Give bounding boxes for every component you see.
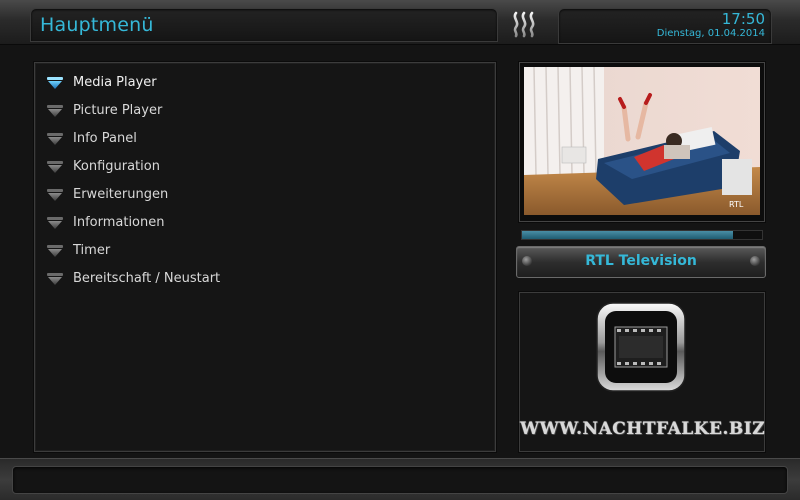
menu-panel: Media Player Picture Player Info Panel K… [34, 62, 496, 452]
branding-panel: WWW.NACHTFALKE.BIZ [519, 292, 765, 452]
menu-item-timer[interactable]: Timer [45, 236, 485, 264]
menu-item-erweiterungen[interactable]: Erweiterungen [45, 180, 485, 208]
menu-item-bereitschaft-neustart[interactable]: Bereitschaft / Neustart [45, 264, 485, 292]
menu-item-info-panel[interactable]: Info Panel [45, 124, 485, 152]
menu-item-informationen[interactable]: Informationen [45, 208, 485, 236]
tv-preview-image: RTL [524, 67, 760, 215]
menu-item-label: Informationen [73, 214, 165, 230]
header-bar: Hauptmenü 17:50 Dienstag, 01.04.2014 [0, 0, 800, 45]
menu-item-label: Konfiguration [73, 158, 160, 174]
menu-item-label: Erweiterungen [73, 186, 169, 202]
menu-item-label: Media Player [73, 74, 157, 90]
footer-bar [0, 458, 800, 500]
clock-date: Dienstag, 01.04.2014 [656, 28, 765, 39]
film-strip-icon [596, 302, 686, 392]
menu-item-label: Info Panel [73, 130, 137, 146]
gray-triangle-icon [45, 271, 65, 285]
gray-triangle-icon [45, 159, 65, 173]
channel-name: RTL Television [585, 253, 697, 269]
svg-text:RTL: RTL [729, 200, 744, 209]
clock-panel: 17:50 Dienstag, 01.04.2014 [558, 8, 772, 44]
main-menu-list: Media Player Picture Player Info Panel K… [45, 68, 485, 292]
menu-item-media-player[interactable]: Media Player [45, 68, 485, 96]
menu-item-label: Picture Player [73, 102, 163, 118]
blue-triangle-icon [45, 75, 65, 89]
tv-preview[interactable]: RTL [519, 62, 765, 222]
gray-triangle-icon [45, 215, 65, 229]
menu-item-label: Timer [73, 242, 111, 258]
gray-triangle-icon [45, 103, 65, 117]
menu-item-picture-player[interactable]: Picture Player [45, 96, 485, 124]
menu-item-konfiguration[interactable]: Konfiguration [45, 152, 485, 180]
website-url: WWW.NACHTFALKE.BIZ [520, 419, 766, 439]
gray-triangle-icon [45, 187, 65, 201]
program-progress-fill [522, 231, 734, 239]
program-progress-bar [521, 230, 763, 240]
title-panel: Hauptmenü [30, 8, 498, 42]
page-title: Hauptmenü [40, 14, 154, 36]
clock-time: 17:50 [721, 10, 765, 28]
footer-info-panel [12, 466, 788, 494]
main-menu-screen: Hauptmenü 17:50 Dienstag, 01.04.2014 Med… [0, 0, 800, 500]
gray-triangle-icon [45, 131, 65, 145]
menu-item-label: Bereitschaft / Neustart [73, 270, 221, 286]
channel-name-bar: RTL Television [516, 246, 766, 278]
wave-logo-icon [513, 11, 535, 38]
gray-triangle-icon [45, 243, 65, 257]
